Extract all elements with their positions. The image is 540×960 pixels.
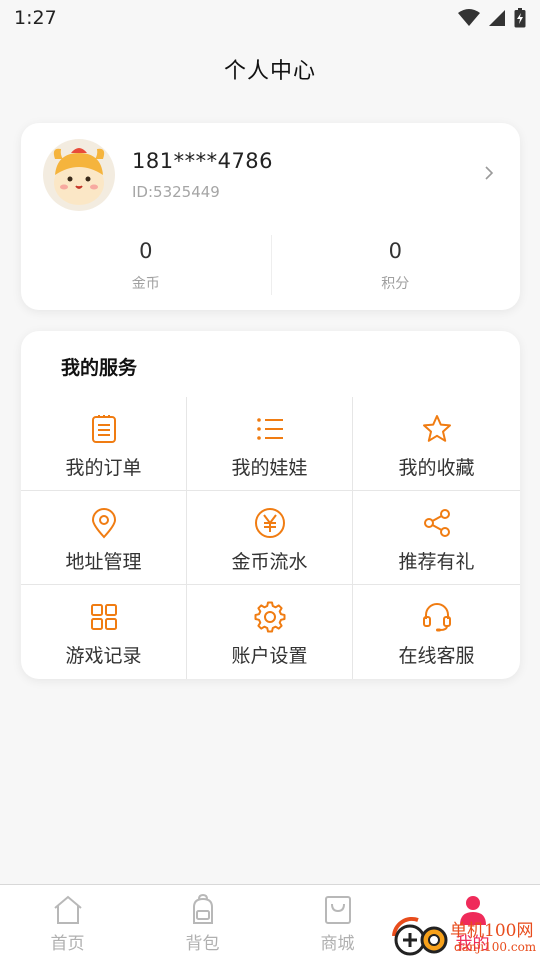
status-bar: 1:27 [0,0,540,36]
service-customer-support[interactable]: 在线客服 [353,585,520,679]
service-my-favorites[interactable]: 我的收藏 [353,397,520,491]
service-address[interactable]: 地址管理 [21,491,187,585]
nav-label: 首页 [50,934,85,954]
header: 个人中心 [0,36,540,102]
home-icon [53,895,82,924]
profile-stats: 0 金币 0 积分 [21,235,520,299]
location-pin-icon [91,508,116,539]
services-grid: 我的订单 我的娃娃 我的收藏 地址管理 金币流水 推荐有礼 游戏记录 账户设置 … [21,397,520,679]
service-coin-history[interactable]: 金币流水 [187,491,353,585]
stat-divider [271,235,272,295]
service-my-dolls[interactable]: 我的娃娃 [187,397,353,491]
services-card: 我的服务 我的订单 我的娃娃 我的收藏 地址管理 金币流水 推荐有礼 游戏记录 … [21,331,520,679]
service-label: 推荐有礼 [398,551,475,573]
signal-icon [489,10,505,26]
service-label: 我的收藏 [398,457,475,479]
nav-label: 背包 [185,934,220,954]
watermark-text: 单机100网 [450,921,534,941]
service-label: 我的娃娃 [231,457,308,479]
headset-icon [422,603,451,632]
service-label: 在线客服 [398,645,475,667]
status-time: 1:27 [14,7,57,29]
service-account-settings[interactable]: 账户设置 [187,585,353,679]
watermark-logo [392,916,448,956]
service-my-orders[interactable]: 我的订单 [21,397,187,491]
coins-label: 金币 [131,276,160,292]
yen-coin-icon [254,508,285,538]
points-value: 0 [388,239,402,263]
profile-card[interactable]: 181****4786 ID:5325449 0 金币 0 积分 [21,123,520,310]
star-icon [422,415,451,442]
services-title: 我的服务 [61,357,138,379]
profile-id: ID:5325449 [132,183,220,201]
gear-icon [254,601,285,633]
stat-points[interactable]: 0 积分 [271,235,521,299]
battery-icon [514,8,526,28]
service-label: 地址管理 [65,551,142,573]
watermark: 单机100网 danji100.com [388,912,540,960]
service-label: 我的订单 [65,457,142,479]
service-label: 游戏记录 [65,645,142,667]
clipboard-list-icon [91,415,116,443]
status-icons [458,8,526,28]
wifi-icon [458,9,480,26]
nav-label: 商城 [320,934,355,954]
watermark-sub: danji100.com [454,940,537,954]
points-label: 积分 [381,276,410,292]
profile-phone: 181****4786 [132,149,274,173]
grid-icon [90,604,117,630]
coins-value: 0 [139,239,153,263]
list-icon [256,418,283,440]
page-title: 个人中心 [223,59,316,84]
avatar[interactable] [43,139,115,211]
service-label: 账户设置 [231,645,308,667]
service-referral[interactable]: 推荐有礼 [353,491,520,585]
service-game-records[interactable]: 游戏记录 [21,585,187,679]
nav-backpack[interactable]: 背包 [135,885,270,960]
backpack-icon [192,893,213,924]
stat-coins[interactable]: 0 金币 [21,235,271,299]
shopping-bag-icon [324,896,351,924]
service-label: 金币流水 [231,551,308,573]
nav-mall[interactable]: 商城 [270,885,405,960]
share-icon [423,509,450,537]
nav-home[interactable]: 首页 [0,885,135,960]
chevron-right-icon[interactable] [481,163,497,183]
